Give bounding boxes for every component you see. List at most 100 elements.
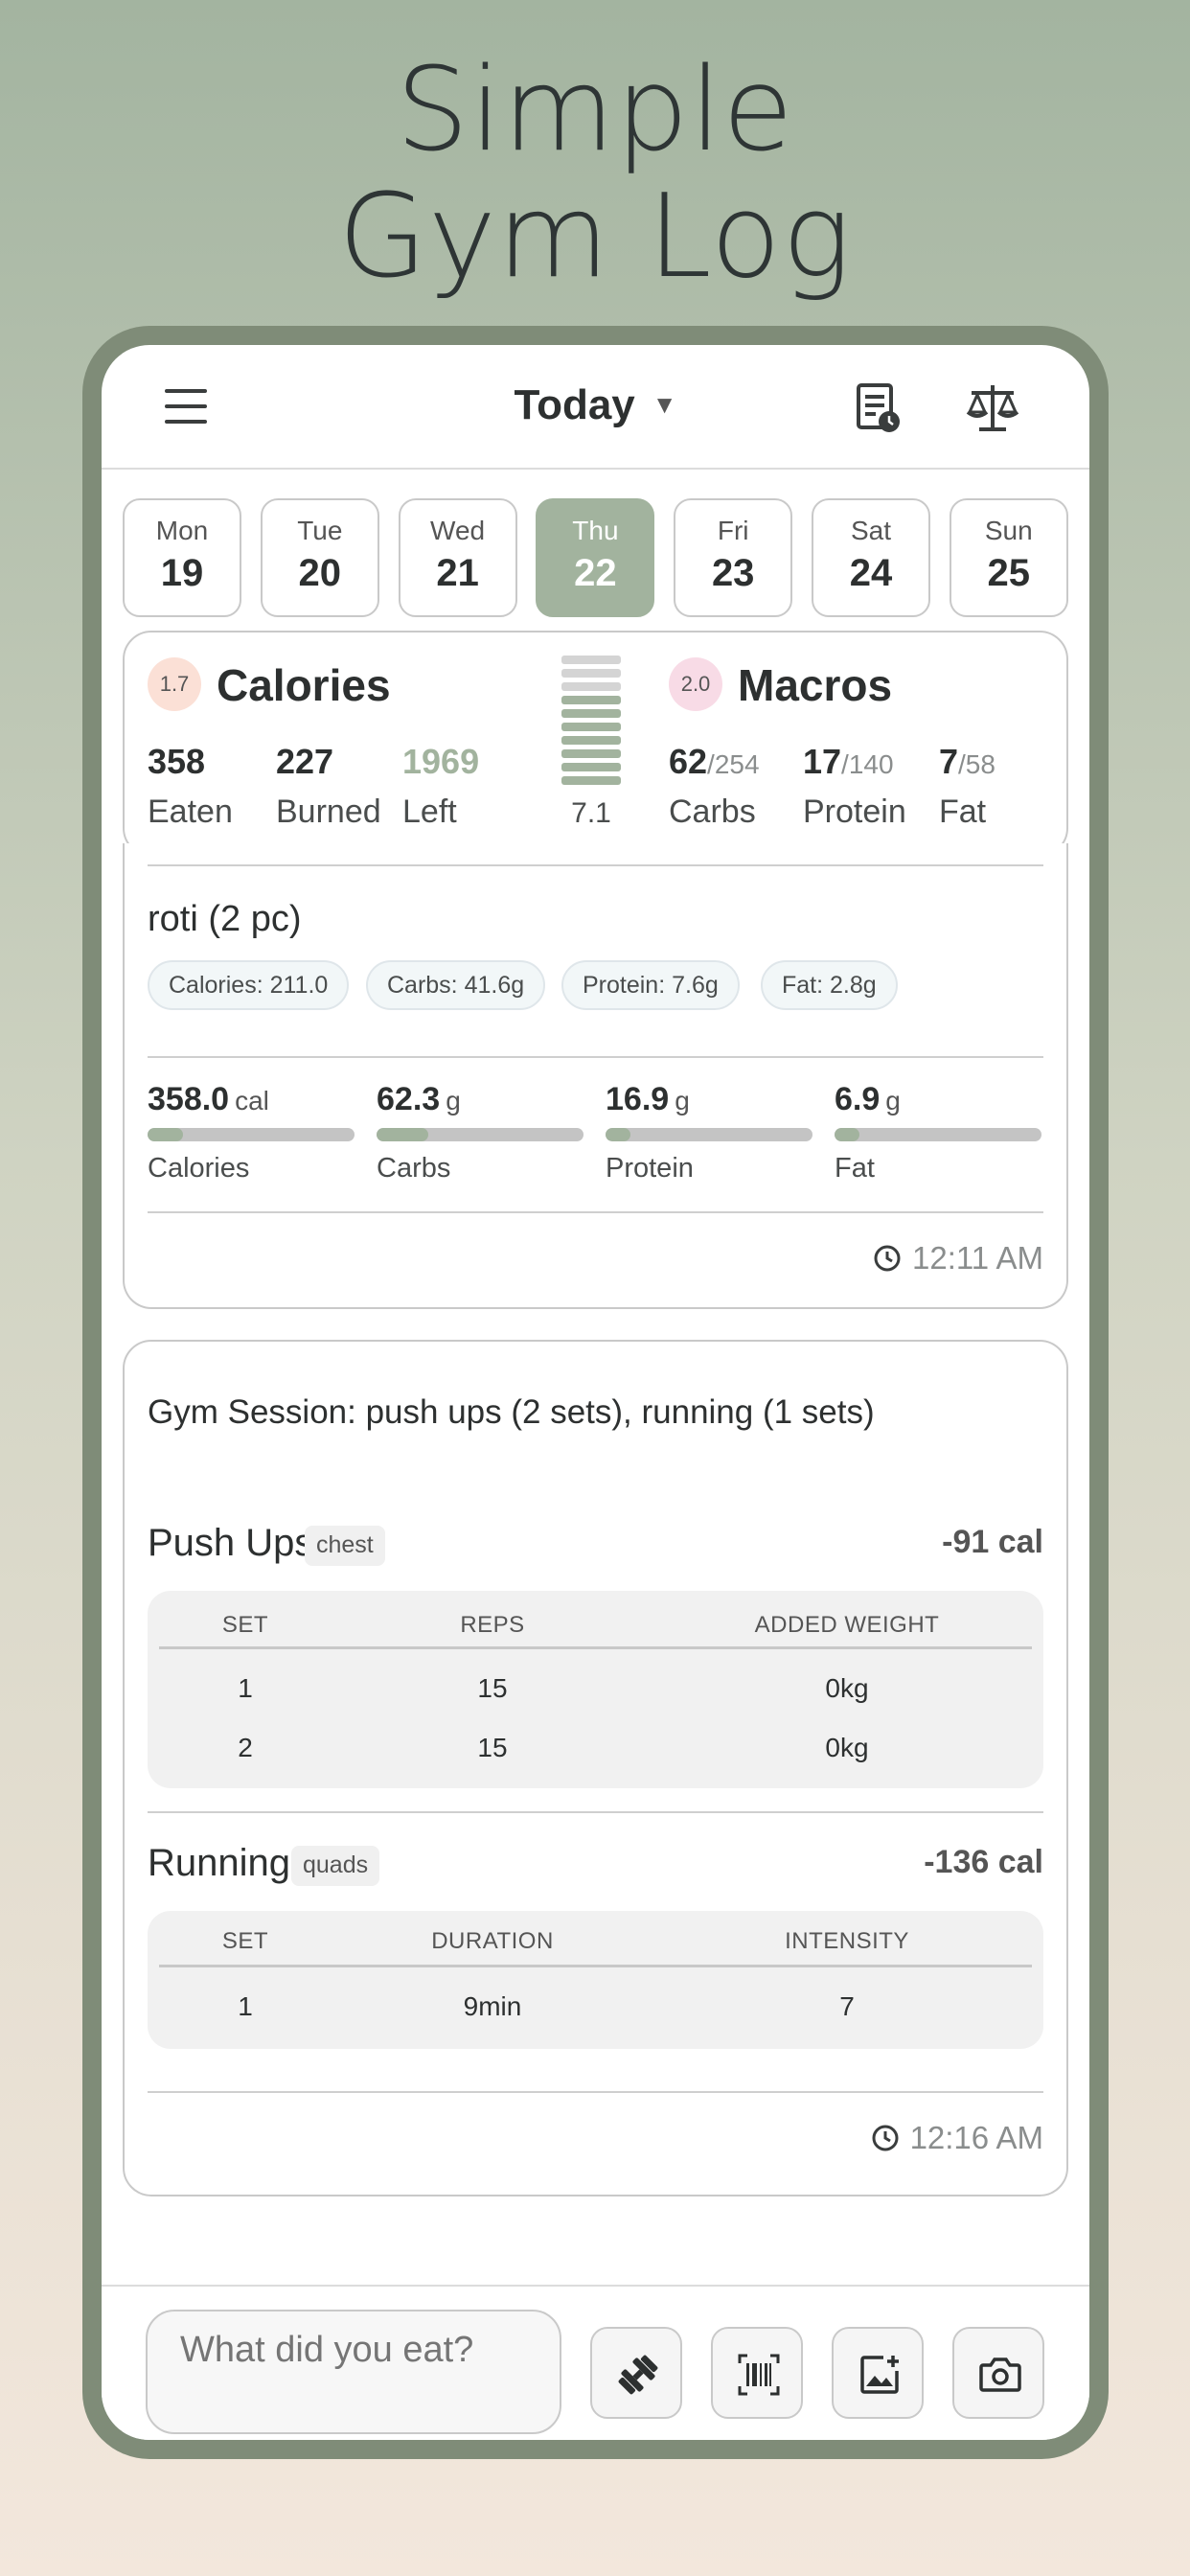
day-tile-thu[interactable]: Thu 22 [536,498,655,617]
gym-session-summary: Gym Session: push ups (2 sets), running … [148,1393,875,1431]
calories-left-label: Left [402,794,457,830]
table-header: REPS [460,1612,525,1638]
gym-time: 12:16 AM [909,2120,1043,2155]
add-photo-button[interactable] [832,2327,924,2419]
dropdown-caret-icon: ▼ [652,390,677,419]
bottom-input-bar [102,2285,1089,2440]
date-selector[interactable]: Today ▼ [102,381,1089,429]
day-tile-sat[interactable]: Sat 24 [812,498,930,617]
calories-left-value: 1969 [402,742,480,781]
food-item-name: roti (2 pc) [148,899,302,939]
carbs-eaten: 62 [669,742,708,781]
scale-icon[interactable] [964,380,1021,437]
week-strip: Mon 19 Tue 20 Wed 21 Thu 22 Fri 23 Sat 24 Sun 25 [123,498,1068,617]
nutrient-label: Carbs [377,1153,451,1184]
gym-timestamp: 12:16 AM [870,2120,1043,2156]
calories-eaten-label: Eaten [148,794,233,830]
divider [148,2091,1043,2093]
day-date: 19 [160,552,204,594]
food-timestamp: 12:11 AM [872,1240,1043,1276]
daily-summary-card: 1.7 Calories 358 Eaten 227 Burned 1969 L… [123,631,1068,857]
day-date: 22 [574,552,617,594]
day-tile-fri[interactable]: Fri 23 [674,498,793,617]
hero-title: Simple Gym Log [0,48,1190,301]
macros-heading: Macros [738,660,893,710]
food-fat-chip: Fat: 2.8g [761,960,898,1010]
nutrient-progress-bar [606,1128,812,1141]
nutrient-label: Protein [606,1153,694,1184]
food-time: 12:11 AM [912,1240,1043,1276]
protein-eaten: 17 [803,742,842,781]
nutrient-total-protein: 16.9 g Protein [606,1081,812,1184]
sets-table: SET DURATION INTENSITY 1 9min 7 [148,1911,1043,2049]
nutrient-total-calories: 358.0 cal Calories [148,1081,355,1184]
day-tile-sun[interactable]: Sun 25 [949,498,1068,617]
log-workout-button[interactable] [590,2327,682,2419]
app-screen: Today ▼ Mon 19 Tue 20 Wed 21 Thu 22 Fri … [102,345,1089,2440]
nutrient-progress-fill [606,1128,630,1141]
take-photo-button[interactable] [952,2327,1044,2419]
day-name: Sat [850,516,892,545]
carbs-target: /254 [707,749,760,779]
exercise-name: Push Ups [148,1522,314,1564]
day-name: Mon [155,516,209,545]
table-cell: 0kg [825,1673,869,1703]
gym-session-card[interactable]: Gym Session: push ups (2 sets), running … [123,1340,1068,2196]
day-name: Wed [430,516,486,545]
nutrient-unit: cal [235,1086,269,1116]
score-ladder [561,656,621,790]
calories-burned-value: 227 [276,742,334,781]
nutrient-value: 6.9 [835,1081,881,1117]
muscle-tag: chest [305,1526,385,1566]
page-title: Today [514,381,635,428]
scan-barcode-button[interactable] [711,2327,803,2419]
nutrient-value: 16.9 [606,1081,670,1117]
fat-label: Fat [939,794,987,830]
protein-label: Protein [803,794,906,830]
hero-title-line-1: Simple [396,44,794,177]
table-cell: 7 [839,1991,855,2021]
divider [148,864,1043,866]
table-header: SET [221,1612,269,1638]
day-date: 23 [711,552,755,594]
day-name: Sun [984,516,1033,545]
day-date: 25 [987,552,1031,594]
carbs-value: 62/254 [669,742,760,782]
calories-burned-label: Burned [276,794,381,830]
nutrient-unit: g [885,1086,901,1116]
day-name: Fri [717,516,749,545]
day-tile-wed[interactable]: Wed 21 [398,498,517,617]
day-tile-mon[interactable]: Mon 19 [123,498,241,617]
log-history-icon[interactable] [849,380,906,437]
day-tile-tue[interactable]: Tue 20 [260,498,379,617]
exercise-calories: -136 cal [924,1844,1043,1880]
dumbbell-icon [618,2355,658,2395]
table-header: INTENSITY [785,1928,909,1954]
fat-value: 7/58 [939,742,995,782]
divider [148,1811,1043,1813]
day-date: 20 [298,552,342,594]
exercise-name: Running [148,1842,291,1884]
protein-value: 17/140 [803,742,894,782]
table-cell: 0kg [825,1733,869,1762]
sets-table: SET REPS ADDED WEIGHT 1 15 0kg 2 15 0kg [148,1591,1043,1788]
food-entry-card[interactable]: roti (2 pc) Calories: 211.0 Carbs: 41.6g… [123,843,1068,1309]
nutrient-progress-fill [835,1128,859,1141]
nutrient-label: Fat [835,1153,875,1184]
day-name: Tue [297,516,343,545]
carbs-label: Carbs [669,794,756,830]
table-cell: 15 [477,1673,508,1703]
nutrient-unit: g [675,1086,690,1116]
camera-icon [979,2358,1021,2392]
food-input[interactable] [146,2310,561,2434]
muscle-tag: quads [291,1846,380,1886]
fat-target: /58 [958,749,995,779]
table-header: ADDED WEIGHT [754,1612,940,1638]
nutrient-progress-fill [148,1128,183,1141]
day-date: 24 [849,552,893,594]
nutrient-progress-bar [148,1128,355,1141]
macros-score-badge: 2.0 [669,657,722,711]
clock-icon [874,1245,901,1272]
table-cell: 2 [238,1733,253,1762]
nutrient-progress-bar [835,1128,1041,1141]
